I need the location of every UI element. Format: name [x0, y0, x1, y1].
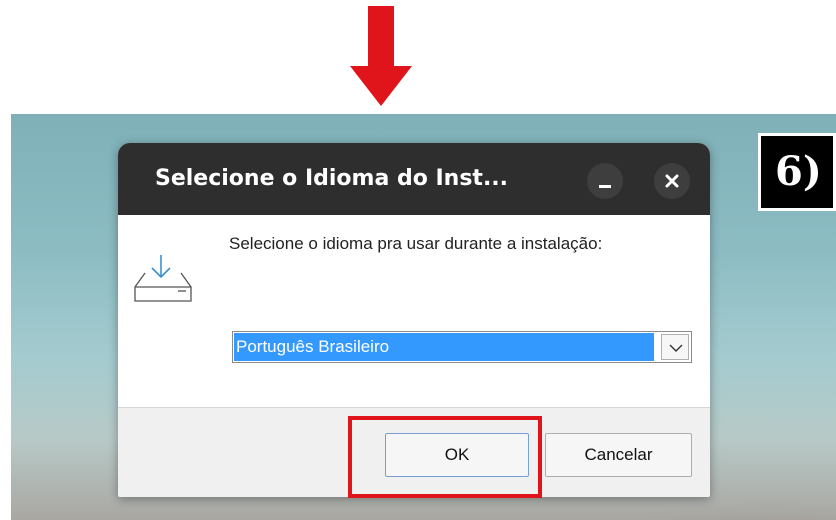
minimize-icon [599, 185, 611, 188]
title-bar[interactable]: Selecione o Idioma do Inst... [118, 143, 710, 215]
language-select[interactable]: Português Brasileiro [232, 331, 692, 363]
language-dialog: Selecione o Idioma do Inst... Selecione … [118, 143, 710, 497]
chevron-down-icon [669, 344, 683, 352]
footer-separator [118, 407, 710, 408]
dialog-title: Selecione o Idioma do Inst... [155, 166, 509, 191]
close-button[interactable] [654, 163, 690, 199]
language-prompt: Selecione o idioma pra usar durante a in… [229, 234, 603, 253]
selected-language: Português Brasileiro [234, 333, 654, 361]
dialog-content: Selecione o idioma pra usar durante a in… [118, 215, 710, 407]
red-arrow-annotation-icon [350, 6, 412, 106]
step-badge: 6) [758, 133, 836, 211]
download-tray-icon [134, 255, 192, 302]
cancel-button[interactable]: Cancelar [545, 433, 692, 477]
close-icon [665, 174, 679, 188]
dropdown-button[interactable] [661, 334, 689, 360]
minimize-button[interactable] [587, 163, 623, 199]
ok-button[interactable]: OK [385, 433, 529, 477]
